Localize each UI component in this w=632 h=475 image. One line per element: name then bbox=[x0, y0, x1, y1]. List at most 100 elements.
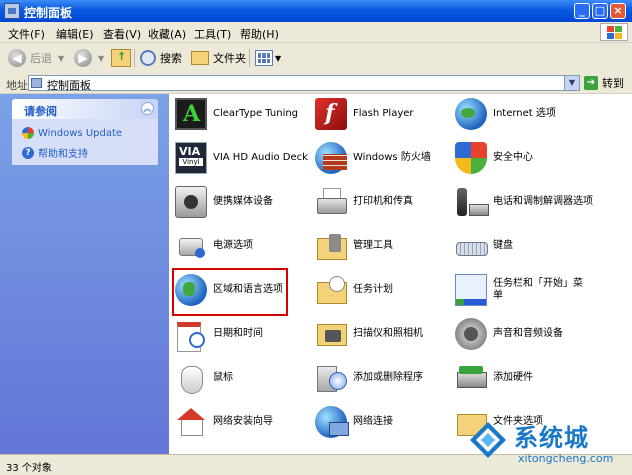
item-power-options[interactable]: 电源选项 bbox=[175, 226, 253, 266]
item-internet-options[interactable]: Internet 选项 bbox=[455, 94, 556, 134]
item-label: 任务计划 bbox=[353, 284, 393, 295]
address-dropdown-button[interactable]: ▼ bbox=[564, 76, 579, 90]
item-label: 键盘 bbox=[493, 240, 513, 251]
chevron-down-icon: ▼ bbox=[275, 53, 282, 63]
up-folder-icon: ↑ bbox=[111, 49, 131, 67]
item-network-setup-wizard[interactable]: 网络安装向导 bbox=[175, 402, 273, 442]
folder-icon bbox=[191, 51, 209, 65]
menu-file[interactable]: 文件(F) bbox=[8, 26, 45, 42]
watermark-title: 系统城 bbox=[514, 424, 589, 452]
status-text: 33 个对象 bbox=[6, 463, 52, 474]
help-icon: ? bbox=[22, 146, 34, 159]
item-scheduled-tasks[interactable]: 任务计划 bbox=[315, 270, 393, 310]
watermark-subtitle: xitongcheng.com bbox=[518, 452, 614, 465]
help-support-link[interactable]: ? 帮助和支持 bbox=[22, 145, 88, 160]
menu-help[interactable]: 帮助(H) bbox=[240, 26, 279, 42]
search-label: 搜索 bbox=[160, 52, 182, 65]
item-windows-firewall[interactable]: Windows 防火墙 bbox=[315, 138, 431, 178]
item-flash-player[interactable]: f Flash Player bbox=[315, 94, 414, 134]
item-label: 添加或删除程序 bbox=[353, 372, 423, 383]
power-icon bbox=[175, 230, 207, 262]
maximize-button[interactable]: □ bbox=[592, 3, 608, 19]
close-button[interactable]: × bbox=[610, 3, 626, 19]
item-label: Windows 防火墙 bbox=[353, 152, 431, 163]
item-sound-audio[interactable]: 声音和音频设备 bbox=[455, 314, 563, 354]
item-printers-faxes[interactable]: 打印机和传真 bbox=[315, 182, 413, 222]
address-input[interactable]: 控制面板 ▼ bbox=[28, 75, 580, 92]
portable-media-icon bbox=[175, 186, 207, 218]
window-title: 控制面板 bbox=[24, 6, 73, 20]
item-add-hardware[interactable]: 添加硬件 bbox=[455, 358, 533, 398]
see-also-title: 请参阅 bbox=[24, 105, 57, 118]
address-value: 控制面板 bbox=[47, 79, 91, 92]
sound-icon bbox=[455, 318, 487, 350]
see-also-panel: 请参阅 ︽ Windows Update ? 帮助和支持 bbox=[12, 99, 158, 165]
watermark-logo-icon bbox=[466, 420, 510, 460]
item-cleartype-tuning[interactable]: A ClearType Tuning bbox=[175, 94, 298, 134]
watermark: 系统城 xitongcheng.com bbox=[466, 414, 626, 472]
chevron-down-icon: ▼ bbox=[58, 53, 65, 63]
up-folder-button[interactable]: ↑ bbox=[111, 48, 131, 68]
control-panel-icon bbox=[31, 78, 42, 88]
back-button[interactable]: ◀ 后退 ▼ bbox=[8, 48, 64, 68]
windows-update-link[interactable]: Windows Update bbox=[22, 127, 122, 139]
item-label: VIA HD Audio Deck bbox=[213, 152, 308, 163]
item-add-remove-programs[interactable]: 添加或删除程序 bbox=[315, 358, 423, 398]
item-scanner-camera[interactable]: 扫描仪和照相机 bbox=[315, 314, 423, 354]
minimize-button[interactable]: _ bbox=[574, 3, 590, 19]
taskbar-icon bbox=[455, 274, 487, 306]
views-button[interactable]: ▼ bbox=[255, 48, 281, 68]
phone-modem-icon bbox=[455, 186, 489, 218]
item-date-time[interactable]: 日期和时间 bbox=[175, 314, 263, 354]
menu-view[interactable]: 查看(V) bbox=[103, 26, 141, 42]
item-keyboard[interactable]: 键盘 bbox=[455, 226, 513, 266]
network-connections-icon bbox=[315, 406, 349, 438]
printer-icon bbox=[315, 186, 347, 218]
folders-button[interactable]: 文件夹 bbox=[191, 48, 246, 68]
go-button[interactable]: ➔ 转到 bbox=[584, 75, 624, 91]
back-arrow-icon: ◀ bbox=[8, 49, 26, 67]
item-label: 打印机和传真 bbox=[353, 196, 413, 207]
date-time-icon bbox=[175, 318, 207, 352]
toolbar: ◀ 后退 ▼ ▶ ▼ ↑ 搜索 文件夹 ▼ bbox=[0, 43, 632, 74]
item-label: 安全中心 bbox=[493, 152, 533, 163]
views-icon bbox=[255, 50, 273, 66]
folders-label: 文件夹 bbox=[213, 52, 246, 65]
toolbar-separator bbox=[249, 49, 250, 67]
item-label: Internet 选项 bbox=[493, 108, 556, 119]
menu-edit[interactable]: 编辑(E) bbox=[56, 26, 94, 42]
add-hardware-icon bbox=[455, 362, 487, 394]
mouse-icon bbox=[175, 362, 207, 394]
collapse-chevron-icon[interactable]: ︽ bbox=[141, 102, 154, 115]
item-label: ClearType Tuning bbox=[213, 108, 299, 119]
internet-options-icon bbox=[455, 98, 487, 130]
via-audio-icon: VIA Vinyl bbox=[175, 142, 207, 174]
item-mouse[interactable]: 鼠标 bbox=[175, 358, 233, 398]
item-via-hd-audio-deck[interactable]: VIA Vinyl VIA HD Audio Deck bbox=[175, 138, 308, 178]
cleartype-icon: A bbox=[175, 98, 207, 130]
help-support-label: 帮助和支持 bbox=[38, 149, 88, 160]
title-bar: 控制面板 _ □ × bbox=[0, 0, 632, 22]
item-security-center[interactable]: 安全中心 bbox=[455, 138, 533, 178]
item-admin-tools[interactable]: 管理工具 bbox=[315, 226, 393, 266]
menu-favorites[interactable]: 收藏(A) bbox=[148, 26, 186, 42]
go-label: 转到 bbox=[602, 77, 624, 90]
item-label: 鼠标 bbox=[213, 372, 233, 383]
scheduled-tasks-icon bbox=[315, 274, 347, 306]
menu-tools[interactable]: 工具(T) bbox=[194, 26, 231, 42]
item-label: 电源选项 bbox=[213, 240, 253, 251]
item-label: 扫描仪和照相机 bbox=[353, 328, 423, 339]
item-portable-media[interactable]: 便携媒体设备 bbox=[175, 182, 273, 222]
windows-logo-icon bbox=[600, 23, 628, 41]
scanner-camera-icon bbox=[315, 318, 347, 350]
highlight-box bbox=[172, 268, 288, 316]
item-label: 电话和调制解调器选项 bbox=[493, 196, 593, 207]
item-network-connections[interactable]: 网络连接 bbox=[315, 402, 393, 442]
firewall-icon bbox=[315, 142, 347, 174]
see-also-header[interactable]: 请参阅 ︽ bbox=[12, 99, 158, 119]
search-button[interactable]: 搜索 bbox=[140, 48, 182, 68]
item-phone-modem[interactable]: 电话和调制解调器选项 bbox=[455, 182, 613, 222]
item-taskbar-start-menu[interactable]: 任务栏和「开始」菜单 bbox=[455, 270, 583, 310]
forward-button[interactable]: ▶ ▼ bbox=[74, 48, 104, 68]
forward-arrow-icon: ▶ bbox=[74, 49, 92, 67]
